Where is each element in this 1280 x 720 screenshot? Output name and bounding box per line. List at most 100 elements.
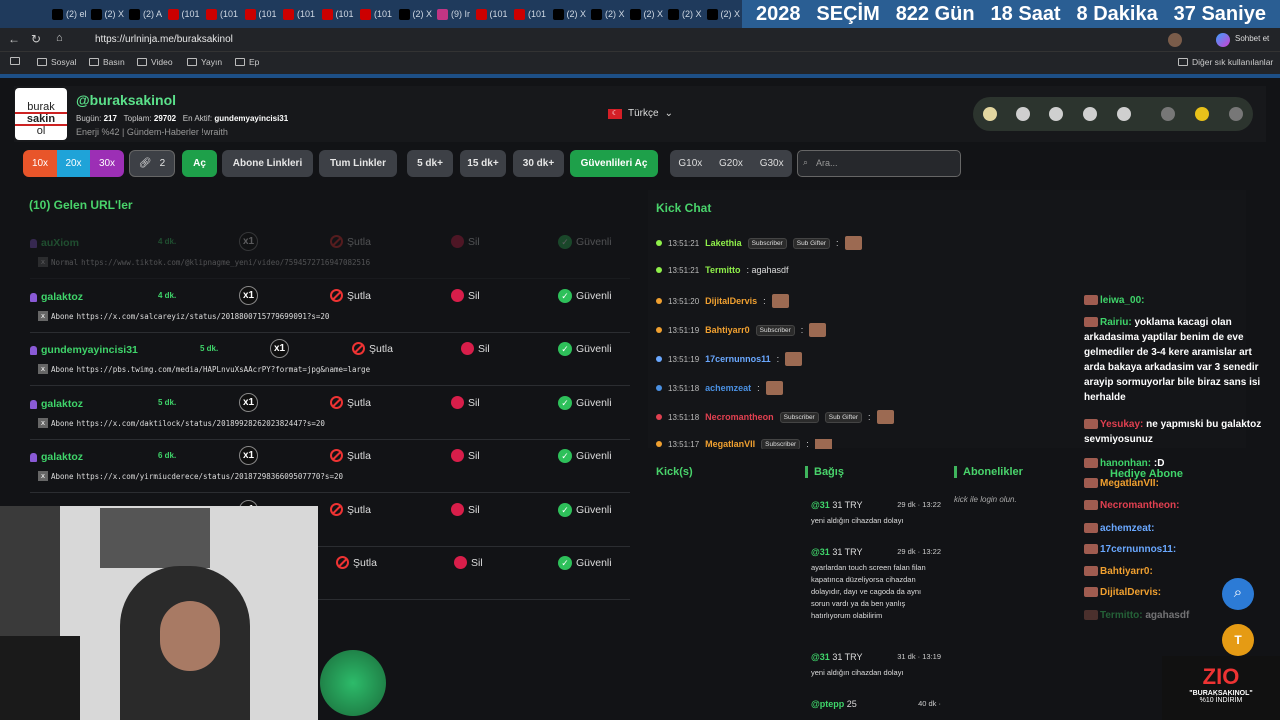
filter-5min-button[interactable]: 5 dk+	[407, 150, 453, 177]
url-sender[interactable]: auXiom	[30, 237, 79, 249]
bookmark-video[interactable]: Video	[137, 57, 173, 67]
browser-tab[interactable]: (101	[283, 4, 315, 24]
delete-button[interactable]: Sil	[461, 342, 490, 355]
safe-button[interactable]: ✓ Güvenli	[558, 235, 612, 249]
twitter-icon[interactable]	[1016, 107, 1030, 121]
browser-tab[interactable]: (9) Ir	[437, 4, 470, 24]
logout-icon[interactable]	[1229, 107, 1243, 121]
safe-button[interactable]: ✓ Güvenli	[558, 289, 612, 303]
strike-button[interactable]: Şutla	[330, 503, 371, 516]
url-sender[interactable]: galaktoz	[29, 451, 83, 463]
browser-tab[interactable]: (2) X	[90, 4, 124, 24]
other-bookmarks[interactable]: Diğer sık kullanılanlar	[1178, 57, 1273, 67]
bookmark-sosyal[interactable]: Sosyal	[37, 57, 77, 67]
language-selector[interactable]: ☾ Türkçe ⌄	[608, 108, 673, 119]
chat-user[interactable]: Termitto	[705, 265, 740, 275]
refresh-icon[interactable]: ↻	[31, 32, 41, 46]
browser-tab[interactable]: (101	[244, 4, 277, 24]
subscriber-links-button[interactable]: Abone Linkleri	[222, 150, 313, 177]
bookmark-yayin[interactable]: Yayın	[187, 57, 222, 67]
social-links	[973, 97, 1253, 131]
safe-button[interactable]: ✓ Güvenli	[558, 503, 612, 517]
url-link[interactable]: x Abone https://x.com/yirmiucderece/statu…	[38, 471, 343, 481]
url-link[interactable]: x Abone https://x.com/daktilock/status/20…	[38, 418, 325, 428]
mult-20x-button[interactable]: 20x	[57, 150, 90, 177]
g10-button[interactable]: G10x	[678, 158, 702, 169]
t-fab[interactable]: T	[1222, 624, 1254, 656]
delete-button[interactable]: Sil	[451, 449, 480, 462]
browser-tab[interactable]: (2) X	[706, 4, 740, 24]
url-sender[interactable]: gundemyayincisi31	[30, 344, 138, 356]
strike-button[interactable]: Şutla	[330, 396, 371, 409]
open-safe-button[interactable]: Güvenlileri Aç	[570, 150, 658, 177]
strike-button[interactable]: Şutla	[352, 342, 393, 355]
source-icon: x	[38, 418, 48, 428]
url-link[interactable]: x Abone https://pbs.twimg.com/media/HAPLn…	[38, 364, 370, 374]
g30-button[interactable]: G30x	[760, 158, 784, 169]
chat-user[interactable]: Necromantheon	[705, 412, 774, 422]
safe-button[interactable]: ✓ Güvenli	[558, 449, 612, 463]
trash-icon[interactable]	[1161, 107, 1175, 121]
search-input[interactable]: Ara...	[797, 150, 961, 177]
url-input[interactable]: https://urlninja.me/buraksakinol	[84, 31, 774, 49]
browser-tab[interactable]: (2) X	[398, 4, 432, 24]
strike-button[interactable]: Şutla	[336, 556, 377, 569]
overlay-chat-message: achemzeat:	[1084, 521, 1270, 536]
filter-15min-button[interactable]: 15 dk+	[460, 150, 506, 177]
all-links-button[interactable]: Tum Linkler	[319, 150, 397, 177]
chat-user[interactable]: 17cernunnos11	[705, 354, 771, 364]
delete-button[interactable]: Sil	[451, 235, 480, 248]
chat-button[interactable]: Sohbet et	[1235, 34, 1269, 43]
browser-tab[interactable]: (101	[360, 4, 392, 24]
link-count-input[interactable]: 🔗︎ 2	[129, 150, 175, 177]
browser-tab[interactable]: (101	[514, 4, 546, 24]
browser-tab[interactable]: (2) X	[629, 4, 663, 24]
back-icon[interactable]: ←	[8, 32, 20, 46]
delete-button[interactable]: Sil	[451, 503, 480, 516]
chat-user[interactable]: Bahtiyarr0	[705, 325, 750, 335]
browser-tab[interactable]: (101	[206, 4, 238, 24]
pause-icon[interactable]	[1195, 107, 1209, 121]
copilot-icon[interactable]	[1216, 33, 1230, 47]
search-fab[interactable]: ⌕	[1222, 578, 1254, 610]
strike-button[interactable]: Şutla	[330, 449, 371, 462]
browser-tab[interactable]: (2) X	[552, 4, 586, 24]
settings-icon[interactable]	[983, 107, 997, 121]
browser-tab[interactable]: (101	[167, 4, 200, 24]
home-icon[interactable]: ⌂	[56, 32, 63, 44]
g20-button[interactable]: G20x	[719, 158, 743, 169]
strike-button[interactable]: Şutla	[330, 235, 371, 248]
reading-list-icon[interactable]	[10, 57, 20, 65]
youtube-icon[interactable]	[1083, 107, 1097, 121]
browser-tab[interactable]: (2) X	[591, 4, 625, 24]
open-button[interactable]: Aç	[182, 150, 217, 177]
url-sender[interactable]: galaktoz	[29, 291, 83, 303]
chat-user[interactable]: achemzeat	[705, 383, 751, 393]
instagram-icon[interactable]	[1049, 107, 1063, 121]
safe-button[interactable]: ✓ Güvenli	[558, 342, 612, 356]
browser-tab[interactable]: (101	[321, 4, 354, 24]
filter-30min-button[interactable]: 30 dk+	[513, 150, 564, 177]
browser-tab[interactable]: (2) X	[668, 4, 702, 24]
chat-user[interactable]: MegatlanVII	[705, 439, 755, 449]
safe-button[interactable]: ✓ Güvenli	[558, 396, 612, 410]
mult-10x-button[interactable]: 10x	[23, 150, 57, 177]
strike-button[interactable]: Şutla	[330, 289, 371, 302]
bookmark-ep[interactable]: Ep	[235, 57, 259, 67]
avatar[interactable]	[1168, 33, 1182, 47]
discord-icon[interactable]	[1117, 107, 1131, 121]
mult-30x-button[interactable]: 30x	[90, 150, 124, 177]
delete-button[interactable]: Sil	[451, 289, 480, 302]
url-link[interactable]: x Abone https://x.com/salcareyiz/status/2…	[38, 311, 329, 321]
url-link[interactable]: x Normal https://www.tiktok.com/@klipnagm…	[38, 257, 370, 267]
delete-button[interactable]: Sil	[454, 556, 483, 569]
browser-tab[interactable]: (2) el	[52, 4, 87, 24]
chat-user[interactable]: DijitalDervis	[705, 296, 757, 306]
browser-tab[interactable]: (101	[475, 4, 508, 24]
browser-tab[interactable]: (2) A	[129, 4, 162, 24]
url-sender[interactable]: galaktoz	[29, 398, 83, 410]
safe-button[interactable]: ✓ Güvenli	[558, 556, 612, 570]
delete-button[interactable]: Sil	[451, 396, 480, 409]
chat-user[interactable]: Lakethia	[705, 238, 742, 248]
bookmark-basin[interactable]: Basın	[89, 57, 125, 67]
